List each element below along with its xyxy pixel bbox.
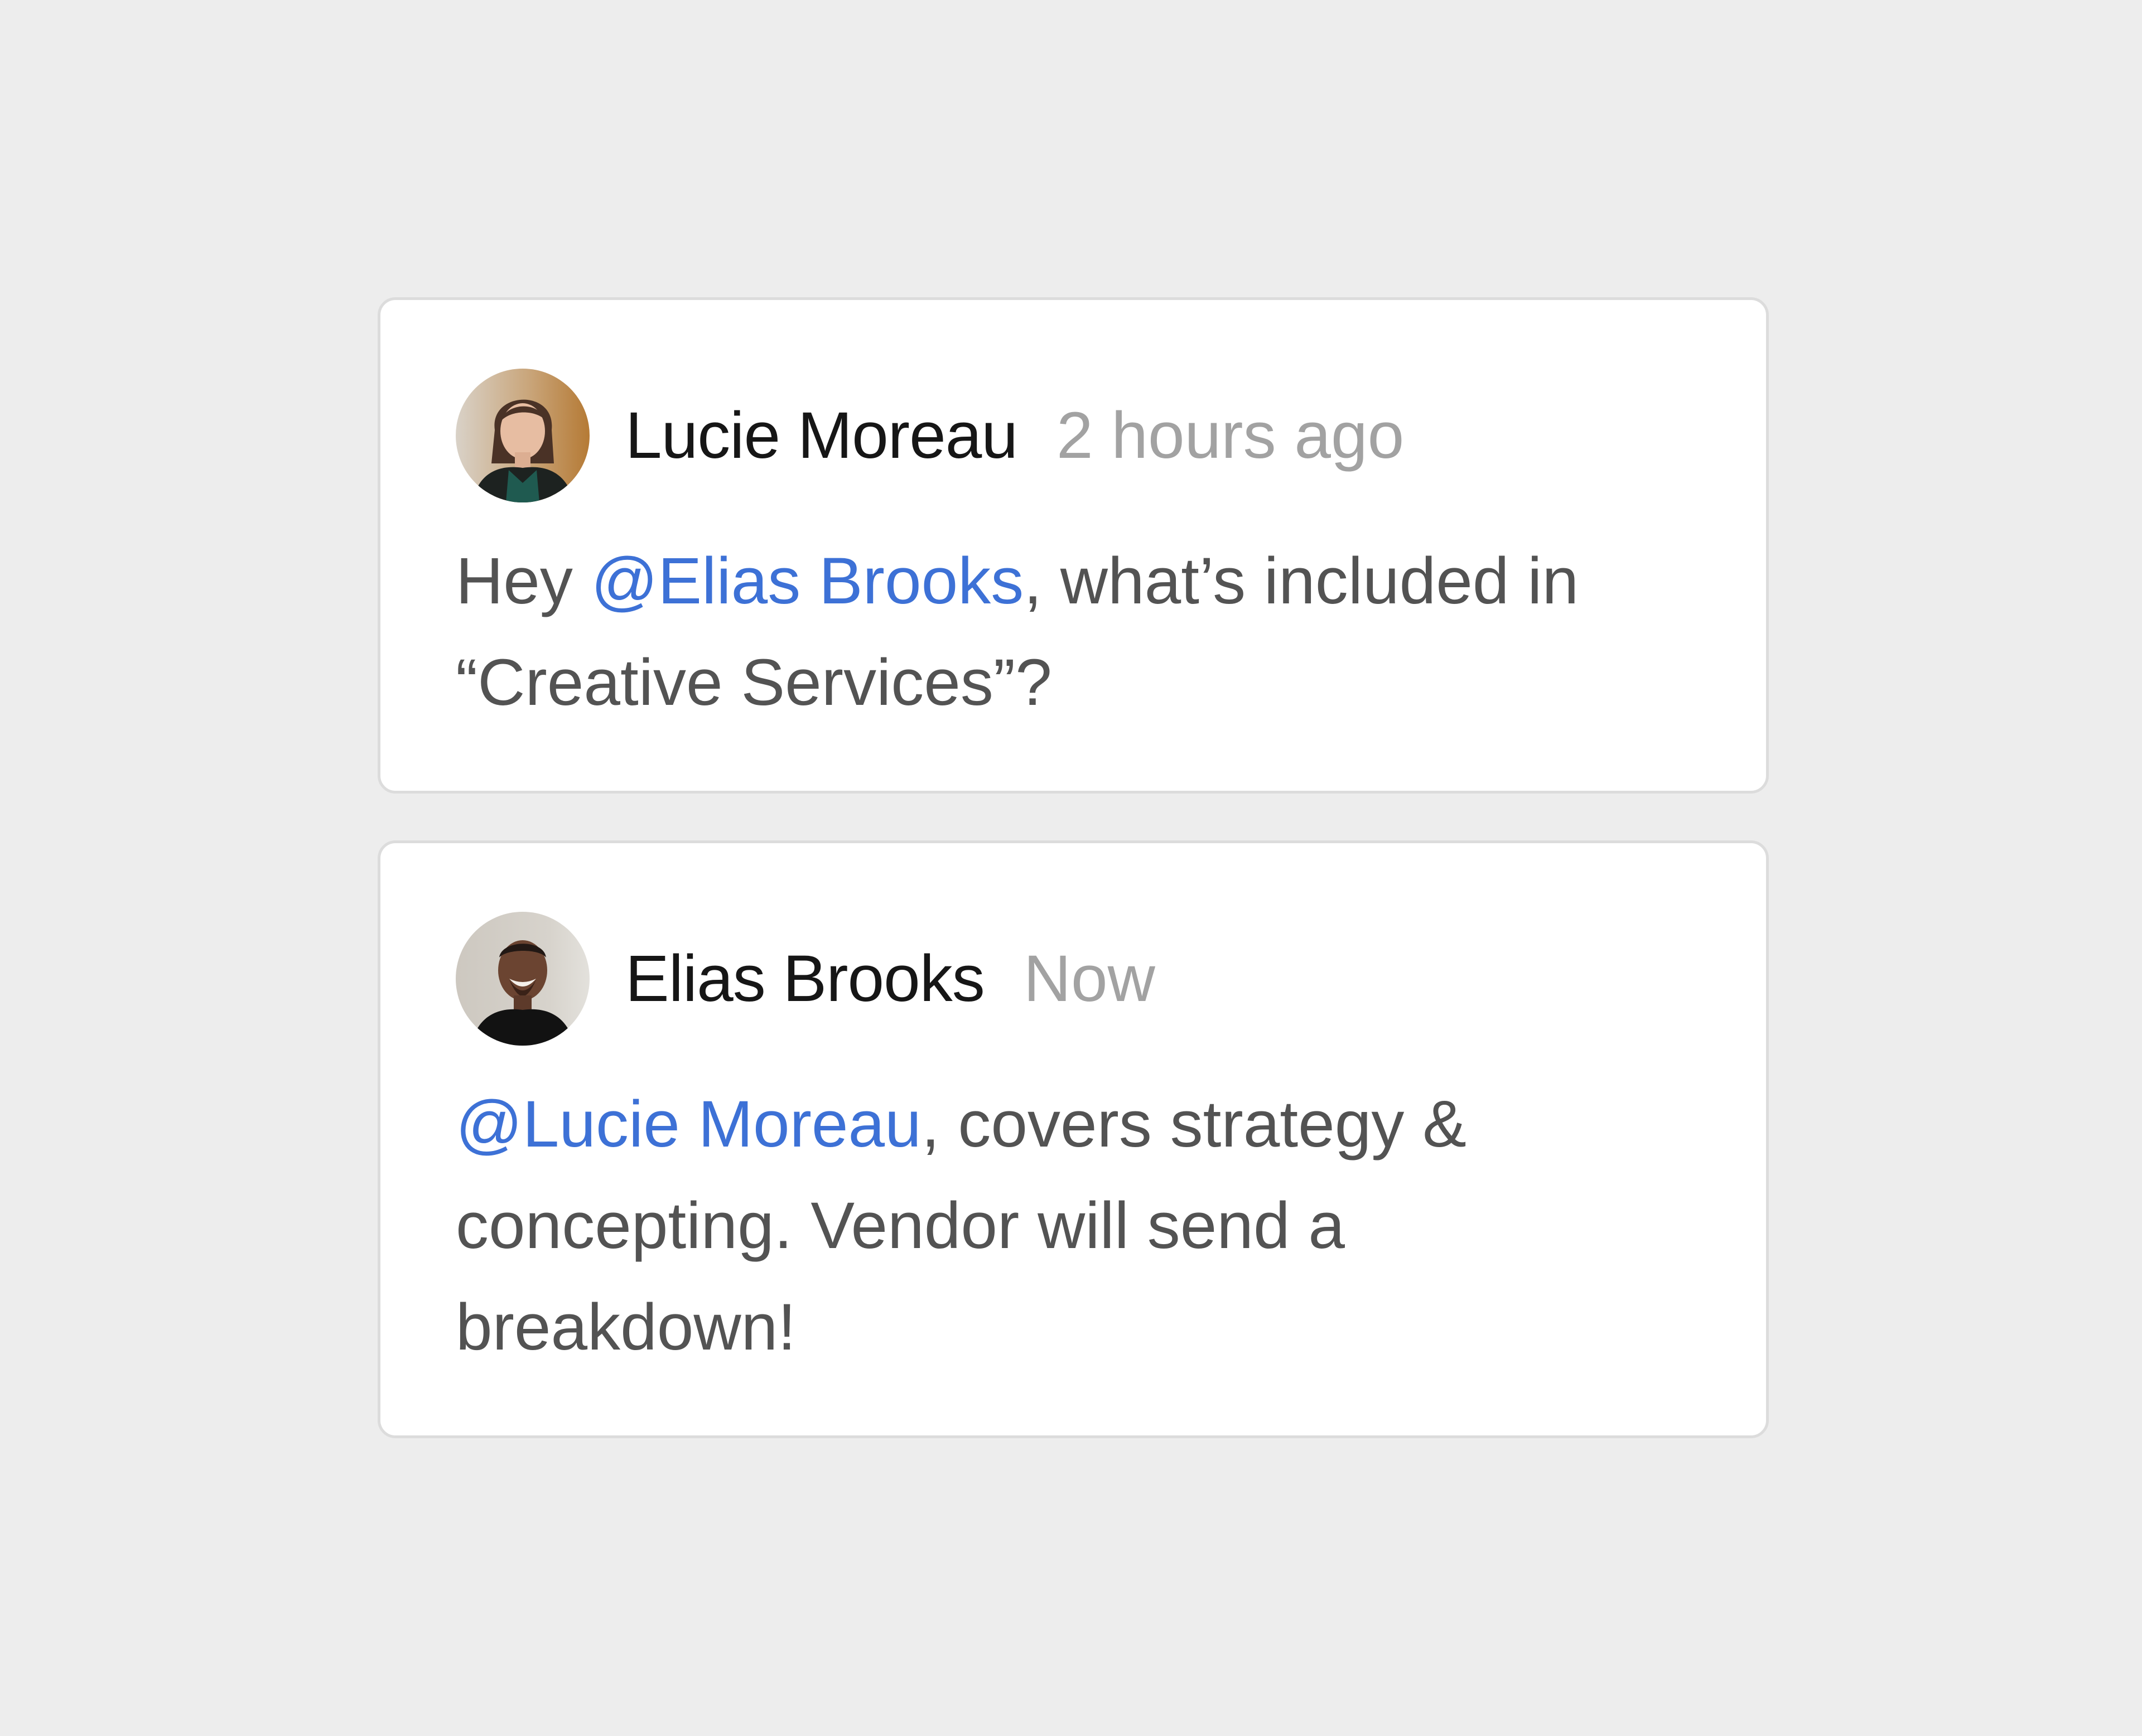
- comment-body: @Lucie Moreau, covers strategy & concept…: [456, 1073, 1655, 1378]
- mention-link[interactable]: @Lucie Moreau: [456, 1087, 922, 1161]
- user-avatar-photo-icon: [456, 369, 590, 502]
- comment-card: Elias Brooks Now @Lucie Moreau, covers s…: [378, 840, 1769, 1438]
- mention-link[interactable]: @Elias Brooks: [591, 544, 1024, 618]
- comment-text: Hey: [456, 544, 591, 618]
- author-name[interactable]: Lucie Moreau: [625, 398, 1018, 473]
- avatar[interactable]: [456, 369, 590, 502]
- comment-card: Lucie Moreau 2 hours ago Hey @Elias Broo…: [378, 297, 1769, 794]
- avatar[interactable]: [456, 912, 590, 1046]
- user-avatar-photo-icon: [456, 912, 590, 1046]
- author-name[interactable]: Elias Brooks: [625, 941, 985, 1017]
- timestamp: 2 hours ago: [1056, 399, 1405, 472]
- comment-body: Hey @Elias Brooks, what’s included in “C…: [456, 530, 1655, 733]
- comment-thread: Lucie Moreau 2 hours ago Hey @Elias Broo…: [378, 297, 1769, 1438]
- timestamp: Now: [1023, 942, 1155, 1016]
- comment-header: Elias Brooks Now: [456, 912, 1691, 1046]
- comment-header: Lucie Moreau 2 hours ago: [456, 369, 1691, 502]
